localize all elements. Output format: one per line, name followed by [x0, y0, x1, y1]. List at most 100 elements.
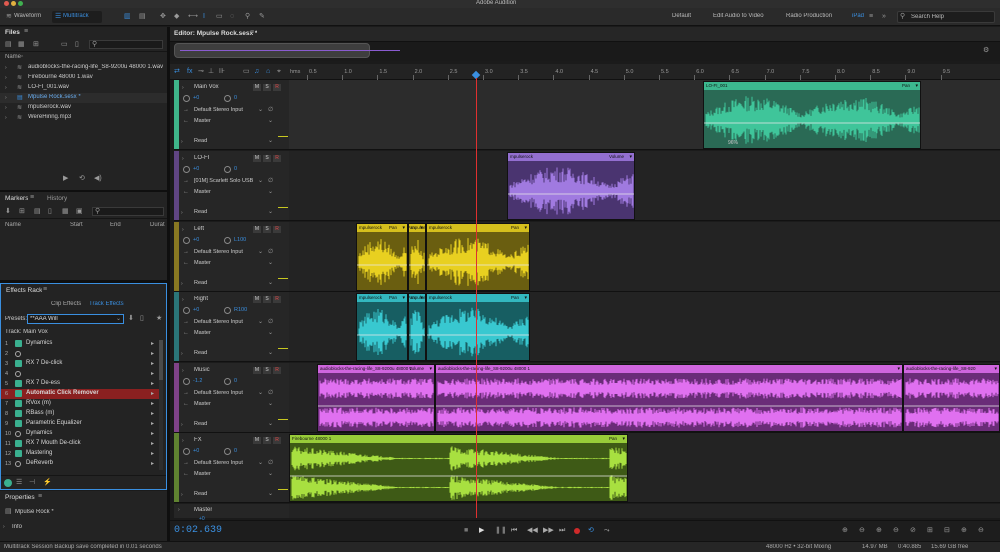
chevron-right-icon[interactable]: ▸	[151, 430, 154, 437]
clip-menu-icon[interactable]: ▾	[629, 153, 632, 161]
track-output[interactable]: Master	[194, 260, 211, 266]
effect-slot[interactable]: 9 Parametric Equalizer ▸	[1, 419, 161, 429]
zoom-fit-icon[interactable]: ▭	[243, 68, 250, 76]
phase-invert-icon[interactable]: ∅	[268, 459, 273, 467]
speaker-icon[interactable]: ◀)	[94, 175, 102, 183]
spectral-view-icon[interactable]: ▥	[124, 13, 131, 21]
chevron-right-icon[interactable]: ›	[182, 296, 184, 304]
minimize-window-button[interactable]	[11, 1, 16, 6]
track-automation-mode[interactable]: Read	[194, 491, 207, 497]
solo-button[interactable]: S	[263, 367, 271, 374]
track-automation-mode[interactable]: Read	[194, 421, 207, 427]
chevron-right-icon[interactable]: ›	[5, 94, 7, 102]
chevron-right-icon[interactable]: ▸	[151, 420, 154, 427]
pan-knob[interactable]	[224, 95, 231, 102]
chevron-right-icon[interactable]: ›	[181, 421, 183, 429]
save-preset-icon[interactable]: ⬇	[128, 315, 134, 323]
presets-dropdown[interactable]: **AAA Will ⌄	[27, 314, 124, 324]
chevron-down-icon[interactable]: ⌄	[268, 188, 273, 196]
track-name[interactable]: Left	[194, 226, 244, 232]
track-name[interactable]: Main Vox	[194, 84, 244, 90]
markers-search-input[interactable]: ⚲	[92, 207, 164, 216]
track-volume[interactable]: +0	[193, 95, 199, 101]
fast-forward-icon[interactable]: ▶▶	[543, 527, 554, 535]
arm-record-button[interactable]: R	[273, 437, 281, 444]
tab-waveform[interactable]: Waveform	[14, 13, 41, 19]
phase-invert-icon[interactable]: ∅	[268, 248, 273, 256]
effect-power-icon[interactable]	[15, 340, 22, 347]
effect-slot[interactable]: 4 ▸	[1, 369, 161, 379]
effect-power-icon[interactable]	[15, 371, 21, 377]
eq-icon[interactable]: ⊥	[208, 68, 214, 76]
chevron-right-icon[interactable]: ›	[5, 84, 7, 92]
chevron-right-icon[interactable]: ▸	[151, 340, 154, 347]
volume-knob[interactable]	[183, 237, 190, 244]
track-pan[interactable]: R100	[234, 307, 247, 313]
mute-button[interactable]: M	[253, 84, 261, 91]
file-list-item[interactable]: › ≋ mpulserock.wav	[0, 103, 167, 113]
mixer-icon[interactable]: ⊪	[219, 68, 225, 76]
tab-history[interactable]: History	[47, 195, 67, 202]
audio-clip[interactable]: mpulserockPan▾	[426, 223, 530, 291]
track-volume[interactable]: +0	[193, 237, 199, 243]
effect-slot[interactable]: 12 Mastering ▸	[1, 449, 161, 459]
chevron-right-icon[interactable]: ▸	[151, 380, 154, 387]
solo-button[interactable]: S	[263, 226, 271, 233]
chevron-right-icon[interactable]: ▸	[151, 410, 154, 417]
audio-clip[interactable]: mpulserock Volume ▾	[507, 152, 635, 220]
tab-clip-effects[interactable]: Clip Effects	[51, 301, 81, 307]
chevron-down-icon[interactable]: ⌄	[268, 279, 273, 287]
zoom-selection-icon[interactable]: ⊞	[927, 527, 933, 535]
clip-menu-icon[interactable]: ▾	[994, 365, 997, 373]
phase-invert-icon[interactable]: ∅	[268, 106, 273, 114]
file-list-item[interactable]: › ≋ audioblocks-the-racing-life_S8-9200u 4…	[0, 63, 167, 73]
loop-icon[interactable]: ⟲	[588, 527, 594, 535]
chevron-right-icon[interactable]: ▸	[151, 390, 154, 397]
track-pan[interactable]: L100	[234, 237, 246, 243]
audio-clip[interactable]: audioblocks-the-racing-life_S8-9200u 480…	[435, 364, 903, 432]
arm-record-button[interactable]: R	[273, 296, 281, 303]
send-icon[interactable]: ⊸	[198, 68, 204, 76]
playhead-line[interactable]	[476, 78, 477, 518]
solo-button[interactable]: S	[263, 437, 271, 444]
chevron-down-icon[interactable]: ⌄	[268, 420, 273, 428]
volume-knob[interactable]	[183, 95, 190, 102]
chevron-right-icon[interactable]: ›	[182, 155, 184, 163]
clip-menu-icon[interactable]: ▾	[915, 82, 918, 90]
effect-slot[interactable]: 13 DeReverb ▸	[1, 459, 161, 469]
solo-button[interactable]: S	[263, 296, 271, 303]
tab-multitrack[interactable]: Multitrack	[63, 13, 89, 19]
zoom-in-out-point-icon[interactable]: ⊟	[944, 527, 950, 535]
audio-clip[interactable]: audioblocks-the-racing-life_S8-920 ▾	[903, 364, 1000, 432]
chevron-right-icon[interactable]: ›	[182, 84, 184, 92]
track-automation-mode[interactable]: Read	[194, 280, 207, 286]
track-input[interactable]: Default Stereo Input	[194, 107, 256, 113]
chevron-right-icon[interactable]: ▸	[151, 440, 154, 447]
file-list-item[interactable]: › ≋ Firebourne 48000 1.wav	[0, 73, 167, 83]
effect-power-icon[interactable]	[15, 431, 21, 437]
stop-icon[interactable]: ■	[464, 527, 468, 535]
effect-power-icon[interactable]	[15, 420, 22, 427]
effect-power-icon[interactable]	[15, 450, 22, 457]
chevron-right-icon[interactable]: ›	[5, 104, 7, 112]
panel-menu-icon[interactable]: ≡	[38, 493, 42, 501]
merge-markers-icon[interactable]: ⊞	[19, 208, 25, 216]
phase-invert-icon[interactable]: ∅	[268, 389, 273, 397]
chevron-right-icon[interactable]: ▸	[151, 460, 154, 467]
rewind-icon[interactable]: ◀◀	[527, 527, 538, 535]
expand-icon[interactable]: ⚙	[983, 47, 989, 55]
track-volume[interactable]: +0	[193, 307, 199, 313]
track-volume[interactable]: +0	[193, 166, 199, 172]
chevron-right-icon[interactable]: ›	[181, 350, 183, 358]
effect-slot[interactable]: 3 RX 7 De-click ▸	[1, 359, 161, 369]
audio-clip[interactable]: mpulserockPan▾	[408, 293, 426, 361]
track-output[interactable]: Master	[194, 401, 211, 407]
brush-tool-icon[interactable]: ⚲	[245, 13, 250, 21]
volume-knob[interactable]	[183, 307, 190, 314]
files-search-input[interactable]: ⚲	[89, 40, 163, 49]
track-input[interactable]: Default Stereo Input	[194, 319, 256, 325]
more-workspaces-icon[interactable]: »	[882, 13, 886, 21]
volume-knob[interactable]	[183, 166, 190, 173]
chevron-down-icon[interactable]: ⌄	[268, 259, 273, 267]
pre-post-fader-icon[interactable]: ⊣	[29, 479, 35, 487]
